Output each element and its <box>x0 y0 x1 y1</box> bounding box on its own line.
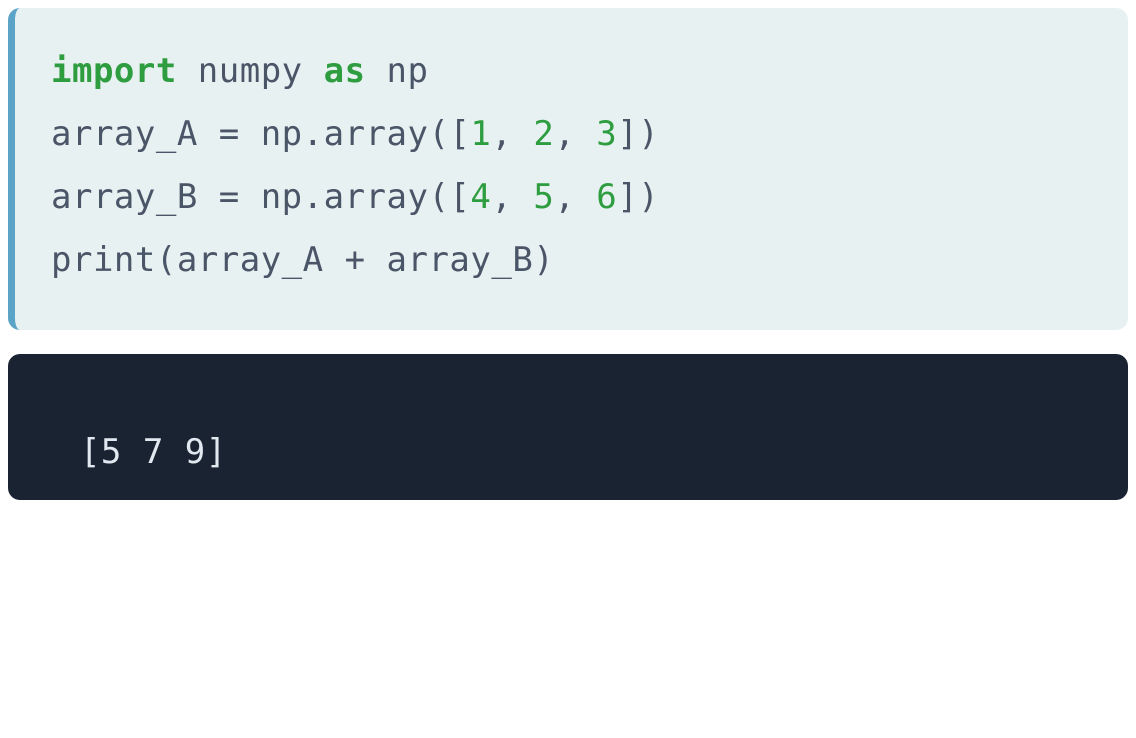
code-text: array_A = np.array([ <box>51 114 470 154</box>
code-line-4: array_B = np.array([4, 5, 6]) <box>51 166 1092 229</box>
code-text: print(array_A + array_B) <box>51 240 554 280</box>
code-text: , <box>491 177 533 217</box>
output-text: [5 7 9] <box>80 432 227 472</box>
number-literal: 4 <box>470 177 491 217</box>
number-literal: 2 <box>533 114 554 154</box>
output-block: [5 7 9] <box>8 354 1128 500</box>
module-name: numpy <box>177 51 324 91</box>
code-text: ]) <box>617 177 659 217</box>
number-literal: 3 <box>596 114 617 154</box>
keyword-as: as <box>324 51 366 91</box>
code-text: array_B = np.array([ <box>51 177 470 217</box>
code-text: ]) <box>617 114 659 154</box>
code-text: , <box>554 177 596 217</box>
keyword-import: import <box>51 51 177 91</box>
alias-name: np <box>366 51 429 91</box>
code-line-6: print(array_A + array_B) <box>51 229 1092 292</box>
number-literal: 1 <box>470 114 491 154</box>
code-block: import numpy as np array_A = np.array([1… <box>8 8 1128 330</box>
number-literal: 5 <box>533 177 554 217</box>
code-line-1: import numpy as np <box>51 40 1092 103</box>
number-literal: 6 <box>596 177 617 217</box>
code-text: , <box>554 114 596 154</box>
code-line-3: array_A = np.array([1, 2, 3]) <box>51 103 1092 166</box>
code-text: , <box>491 114 533 154</box>
